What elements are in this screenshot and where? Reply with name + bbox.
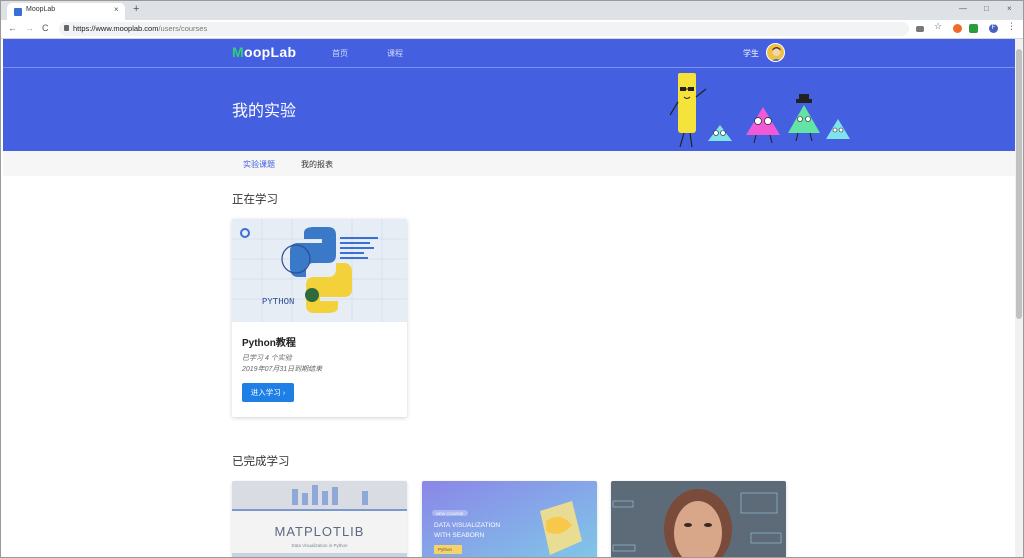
minimize-button[interactable]: — <box>959 4 967 13</box>
back-button[interactable]: ← <box>8 23 17 33</box>
course-card[interactable]: PYTHON Python教程 已学习 4 个实验 2019年07月31日到期结… <box>232 219 407 417</box>
tab-experiment-topics[interactable]: 实验课题 <box>243 159 275 170</box>
address-toolbar: ← → C https://www.mooplab.com/users/cour… <box>1 20 1023 39</box>
star-icon[interactable]: ☆ <box>934 21 942 32</box>
completed-title-line2: WITH SEABORN <box>434 532 485 539</box>
browser-tab[interactable]: MoopLab × <box>7 3 125 20</box>
completed-title-line1: DATA VISUALIZATION <box>434 522 500 529</box>
browser-window: MoopLab × + — □ × ← → C https://www.moop… <box>0 0 1024 558</box>
course-thumbnail: PYTHON <box>232 219 407 322</box>
completed-course-card[interactable] <box>611 481 786 557</box>
scrollbar-thumb[interactable] <box>1016 49 1022 319</box>
completed-course-card[interactable]: MATPLOTLIB Data Visualization in Python <box>232 481 407 557</box>
lock-icon <box>64 25 69 31</box>
sub-navigation: 实验课题 我的报表 <box>3 151 1015 176</box>
completed-title: MATPLOTLIB <box>275 524 365 539</box>
course-image-text: PYTHON <box>262 297 294 307</box>
profile-avatar[interactable]: F <box>989 24 998 33</box>
close-window-button[interactable]: × <box>1007 4 1012 13</box>
url-text: https://www.mooplab.com/users/courses <box>73 24 208 33</box>
mascot-illustration <box>669 73 850 148</box>
site-logo[interactable]: MoopLab <box>232 44 296 60</box>
menu-icon[interactable]: ⋮ <box>1007 21 1016 32</box>
header-divider <box>3 67 1015 68</box>
tab-title: MoopLab <box>26 6 56 13</box>
course-title: Python教程 <box>242 338 296 349</box>
vertical-scrollbar[interactable] <box>1015 39 1023 557</box>
maximize-button[interactable]: □ <box>984 4 989 13</box>
page-title: 我的实验 <box>232 103 297 120</box>
nav-home[interactable]: 首页 <box>332 48 348 59</box>
tab-my-reports[interactable]: 我的报表 <box>301 159 333 170</box>
tab-close-icon[interactable]: × <box>114 5 119 14</box>
completed-subtitle: Data Visualization in Python <box>292 543 348 548</box>
tab-strip: MoopLab × + — □ × <box>1 1 1023 20</box>
url-input[interactable]: https://www.mooplab.com/users/courses <box>59 22 909 36</box>
new-tab-button[interactable]: + <box>133 3 139 15</box>
course-tag: Python <box>438 547 453 552</box>
nav-courses[interactable]: 课程 <box>387 48 403 59</box>
hero-banner: MoopLab 首页 课程 学生 我的实验 <box>3 39 1015 151</box>
extension-icon[interactable] <box>953 24 962 33</box>
favicon-icon <box>14 8 22 16</box>
key-icon[interactable] <box>916 26 924 32</box>
course-expiry: 2019年07月31日到期结束 <box>242 366 323 373</box>
avatar[interactable] <box>766 43 785 62</box>
forward-button[interactable]: → <box>25 23 34 33</box>
user-label[interactable]: 学生 <box>743 48 759 59</box>
enter-learning-button[interactable]: 进入学习 › <box>242 383 294 402</box>
section-title-completed: 已完成学习 <box>232 456 290 468</box>
course-progress: 已学习 4 个实验 <box>242 355 292 362</box>
new-course-badge: NEW COURSE <box>436 511 464 516</box>
completed-course-card[interactable]: NEW COURSE DATA VISUALIZATION WITH SEABO… <box>422 481 597 557</box>
page-content: MoopLab 首页 课程 学生 我的实验 实验课题 我的报表 正在学习 PYT… <box>3 39 1015 557</box>
extension-icon[interactable] <box>969 24 978 33</box>
section-title-learning: 正在学习 <box>232 194 278 206</box>
reload-button[interactable]: C <box>42 23 49 33</box>
